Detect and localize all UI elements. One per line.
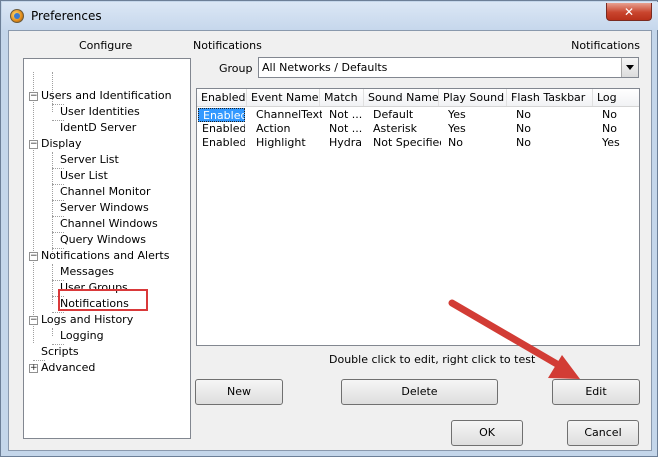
cell-event-name[interactable]: Highlight bbox=[252, 136, 322, 150]
cell-event-name[interactable]: Action bbox=[252, 122, 322, 136]
tree-root-line bbox=[33, 72, 34, 343]
cell-enabled[interactable]: Enabled bbox=[198, 122, 245, 136]
group-dropdown-value: All Networks / Defaults bbox=[262, 61, 388, 74]
dialog-body: Configure − Users and Identification Use… bbox=[8, 30, 652, 451]
delete-button[interactable]: Delete bbox=[341, 379, 498, 405]
close-button[interactable]: ✕ bbox=[606, 3, 652, 21]
column-header-log[interactable]: Log bbox=[593, 89, 639, 106]
notifications-list[interactable]: Enabled Event Name Match Sound Name Play… bbox=[196, 88, 640, 346]
page-title: Notifications bbox=[193, 39, 262, 52]
page-title-right: Notifications bbox=[571, 39, 640, 52]
hint-text: Double click to edit, right click to tes… bbox=[329, 353, 536, 366]
cell-flash-taskbar[interactable]: No bbox=[512, 108, 592, 122]
title-bar[interactable]: Preferences ✕ bbox=[2, 2, 658, 30]
column-header-flash-taskbar[interactable]: Flash Taskbar bbox=[507, 89, 593, 106]
cell-enabled[interactable]: Enabled bbox=[198, 108, 245, 122]
configure-header: Configure bbox=[79, 39, 133, 52]
cancel-button[interactable]: Cancel bbox=[567, 420, 639, 446]
column-header-enabled[interactable]: Enabled bbox=[197, 89, 247, 106]
tree-item-user-identities[interactable]: User Identities bbox=[60, 104, 140, 120]
column-header-sound-name[interactable]: Sound Name bbox=[364, 89, 439, 106]
cell-play-sound[interactable]: No bbox=[444, 136, 509, 150]
cell-sound-name[interactable]: Default bbox=[369, 108, 441, 122]
tree-branch-line bbox=[52, 264, 53, 304]
cell-flash-taskbar[interactable]: No bbox=[512, 136, 592, 150]
cell-log[interactable]: Yes bbox=[598, 136, 638, 150]
cell-match[interactable]: Not ... bbox=[325, 122, 367, 136]
tree-item-channel-windows[interactable]: Channel Windows bbox=[60, 216, 158, 232]
tree-item-channel-monitor[interactable]: Channel Monitor bbox=[60, 184, 150, 200]
cell-flash-taskbar[interactable]: No bbox=[512, 122, 592, 136]
new-button[interactable]: New bbox=[195, 379, 283, 405]
tree-item-server-windows[interactable]: Server Windows bbox=[60, 200, 149, 216]
cell-match[interactable]: Hydra bbox=[325, 136, 367, 150]
cell-sound-name[interactable]: Asterisk bbox=[369, 122, 441, 136]
tree-item-server-list[interactable]: Server List bbox=[60, 152, 119, 168]
column-header-play-sound[interactable]: Play Sound bbox=[439, 89, 507, 106]
cell-event-name[interactable]: ChannelText bbox=[252, 108, 322, 122]
tree-item-notifications-and-alerts[interactable]: Notifications and Alerts bbox=[41, 248, 169, 264]
app-icon bbox=[10, 9, 24, 23]
chevron-down-icon[interactable] bbox=[621, 58, 638, 77]
group-dropdown[interactable]: All Networks / Defaults bbox=[258, 57, 639, 78]
highlight-box bbox=[58, 289, 148, 311]
tree-item-messages[interactable]: Messages bbox=[60, 264, 114, 280]
ok-button[interactable]: OK bbox=[451, 420, 523, 446]
collapse-icon[interactable]: − bbox=[29, 92, 38, 101]
tree-item-logs-and-history[interactable]: Logs and History bbox=[41, 312, 133, 328]
collapse-icon[interactable]: − bbox=[29, 252, 38, 261]
tree-item-display[interactable]: Display bbox=[41, 136, 82, 152]
column-header-match[interactable]: Match bbox=[320, 89, 364, 106]
preferences-window: Preferences ✕ Configure − Users and Iden… bbox=[0, 0, 658, 457]
tree-item-users-and-identification[interactable]: Users and Identification bbox=[41, 88, 172, 104]
cell-log[interactable]: No bbox=[598, 122, 638, 136]
tree-item-user-list[interactable]: User List bbox=[60, 168, 108, 184]
edit-button[interactable]: Edit bbox=[552, 379, 640, 405]
cell-match[interactable]: Not ... bbox=[325, 108, 367, 122]
cell-sound-name[interactable]: Not Specified bbox=[369, 136, 441, 150]
expand-icon[interactable]: + bbox=[29, 364, 38, 373]
cell-enabled[interactable]: Enabled bbox=[198, 136, 245, 150]
cell-play-sound[interactable]: Yes bbox=[444, 122, 509, 136]
tree-item-query-windows[interactable]: Query Windows bbox=[60, 232, 146, 248]
tree-item-identd-server[interactable]: IdentD Server bbox=[60, 120, 136, 136]
tree-item-logging[interactable]: Logging bbox=[60, 328, 104, 344]
cell-play-sound[interactable]: Yes bbox=[444, 108, 509, 122]
column-header-event-name[interactable]: Event Name bbox=[247, 89, 320, 106]
tree-item-advanced[interactable]: Advanced bbox=[41, 360, 95, 376]
cell-log[interactable]: No bbox=[598, 108, 638, 122]
collapse-icon[interactable]: − bbox=[29, 316, 38, 325]
group-label: Group bbox=[219, 62, 253, 75]
list-header: Enabled Event Name Match Sound Name Play… bbox=[197, 89, 639, 107]
tree-item-scripts[interactable]: Scripts bbox=[41, 344, 79, 360]
collapse-icon[interactable]: − bbox=[29, 140, 38, 149]
settings-tree[interactable]: − Users and Identification User Identiti… bbox=[23, 58, 191, 439]
tree-branch-line bbox=[52, 328, 53, 336]
window-title: Preferences bbox=[31, 9, 102, 23]
